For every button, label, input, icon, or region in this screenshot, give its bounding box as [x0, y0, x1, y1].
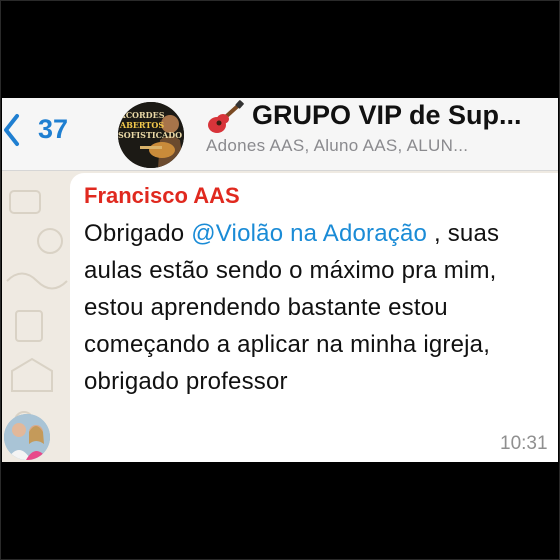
sender-name[interactable]: Francisco AAS: [84, 183, 240, 209]
participants-subtitle: Adones AAS, Aluno AAS, ALUN...: [206, 136, 469, 155]
back-chevron-icon: [4, 114, 19, 146]
group-title-row[interactable]: GRUPO VIP de Sup...: [206, 100, 558, 134]
message-text-before: Obrigado: [84, 220, 192, 247]
sender-avatar[interactable]: [4, 414, 50, 460]
back-button[interactable]: 37: [2, 112, 82, 148]
group-avatar-text: ACORDES ABERTOS SOFISTICADO: [118, 110, 183, 140]
group-avatar[interactable]: ACORDES ABERTOS SOFISTICADO: [118, 102, 184, 168]
chat-screen: 37 ACORDES ABERTOS SOFISTICADO GRUPO VIP…: [2, 98, 558, 462]
message-text: Obrigado @Violão na Adoração , suas aula…: [84, 215, 544, 400]
chat-header: 37 ACORDES ABERTOS SOFISTICADO GRUPO VIP…: [2, 98, 558, 171]
sender-avatar-photo: [4, 414, 50, 460]
mention-link[interactable]: @Violão na Adoração: [191, 220, 427, 247]
guitar-emoji-icon: [208, 100, 244, 133]
message-timestamp: 10:31: [500, 433, 548, 454]
message-bubble[interactable]: Francisco AAS Obrigado @Violão na Adoraç…: [70, 173, 558, 462]
group-title: GRUPO VIP de Sup...: [252, 100, 522, 130]
unread-count: 37: [38, 114, 69, 144]
